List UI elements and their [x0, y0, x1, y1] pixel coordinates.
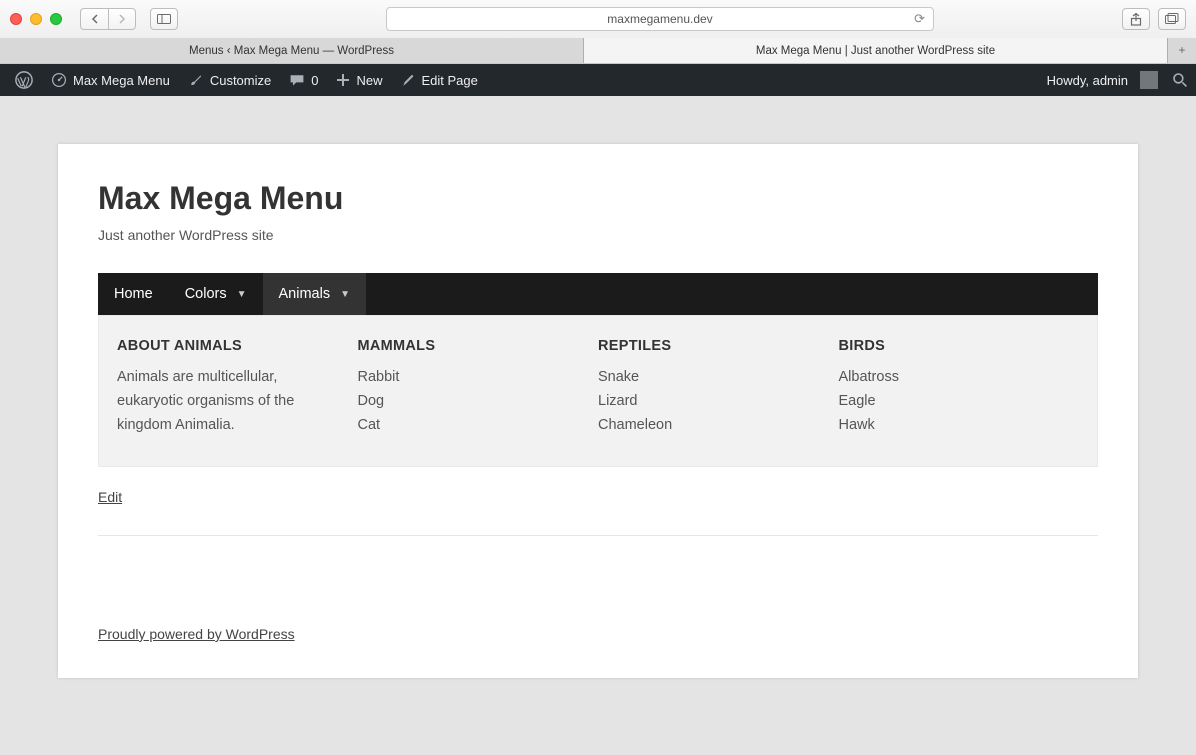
- comments-count: 0: [311, 73, 318, 88]
- site-name-link[interactable]: Max Mega Menu: [42, 64, 179, 96]
- address-bar[interactable]: maxmegamenu.dev ⟳: [386, 7, 934, 31]
- site-tagline: Just another WordPress site: [98, 227, 1098, 243]
- reload-icon[interactable]: ⟳: [914, 11, 925, 27]
- menu-item-animals[interactable]: Animals ▼: [263, 273, 366, 315]
- close-window-button[interactable]: [10, 13, 22, 25]
- mega-heading: ABOUT ANIMALS: [117, 338, 338, 354]
- new-text: New: [356, 73, 382, 88]
- comment-icon: [289, 72, 305, 88]
- wordpress-icon: [15, 71, 33, 89]
- mega-col-about: ABOUT ANIMALS Animals are multicellular,…: [117, 338, 358, 438]
- wp-logo[interactable]: [6, 64, 42, 96]
- mega-link[interactable]: Chameleon: [598, 414, 819, 438]
- howdy-text: Howdy, admin: [1047, 73, 1128, 88]
- mega-link[interactable]: Cat: [358, 414, 579, 438]
- url-text: maxmegamenu.dev: [607, 12, 712, 26]
- forward-button[interactable]: [108, 8, 136, 30]
- divider: [98, 535, 1098, 536]
- nav-buttons: [80, 8, 136, 30]
- menu-label: Colors: [185, 286, 227, 302]
- browser-tab[interactable]: Menus ‹ Max Mega Menu — WordPress: [0, 38, 584, 63]
- sidebar-toggle-button[interactable]: [150, 8, 178, 30]
- mega-menu-panel: ABOUT ANIMALS Animals are multicellular,…: [98, 315, 1098, 467]
- minimize-window-button[interactable]: [30, 13, 42, 25]
- mega-about-text: Animals are multicellular, eukaryotic or…: [117, 366, 338, 438]
- comments-link[interactable]: 0: [280, 64, 327, 96]
- browser-tab[interactable]: Max Mega Menu | Just another WordPress s…: [584, 38, 1168, 63]
- new-link[interactable]: New: [327, 64, 391, 96]
- mega-heading: MAMMALS: [358, 338, 579, 354]
- chevron-down-icon: ▼: [237, 289, 247, 300]
- mega-col-birds: BIRDS Albatross Eagle Hawk: [839, 338, 1080, 438]
- menu-label: Animals: [279, 286, 331, 302]
- mega-link[interactable]: Eagle: [839, 390, 1060, 414]
- tab-title: Max Mega Menu | Just another WordPress s…: [756, 45, 995, 57]
- browser-toolbar: maxmegamenu.dev ⟳: [0, 0, 1196, 38]
- mega-link[interactable]: Dog: [358, 390, 579, 414]
- mega-link[interactable]: Albatross: [839, 366, 1060, 390]
- site-name-text: Max Mega Menu: [73, 73, 170, 88]
- customize-text: Customize: [210, 73, 271, 88]
- mega-link[interactable]: Rabbit: [358, 366, 579, 390]
- plus-icon: [336, 73, 350, 87]
- mega-heading: BIRDS: [839, 338, 1060, 354]
- wp-admin-bar: Max Mega Menu Customize 0 New Edit Page: [0, 64, 1196, 96]
- page-viewport: Max Mega Menu Just another WordPress sit…: [0, 96, 1196, 678]
- new-tab-button[interactable]: +: [1168, 38, 1196, 63]
- mega-link[interactable]: Lizard: [598, 390, 819, 414]
- site-title[interactable]: Max Mega Menu: [98, 180, 1098, 217]
- edit-page-link[interactable]: Edit Page: [392, 64, 487, 96]
- page-card: Max Mega Menu Just another WordPress sit…: [58, 144, 1138, 678]
- toolbar-right: [1122, 8, 1186, 30]
- browser-tabs: Menus ‹ Max Mega Menu — WordPress Max Me…: [0, 38, 1196, 63]
- chevron-down-icon: ▼: [340, 289, 350, 300]
- edit-link[interactable]: Edit: [98, 489, 122, 505]
- mega-col-reptiles: REPTILES Snake Lizard Chameleon: [598, 338, 839, 438]
- pencil-icon: [401, 73, 416, 88]
- back-button[interactable]: [80, 8, 108, 30]
- menu-item-colors[interactable]: Colors ▼: [169, 273, 263, 315]
- mega-link[interactable]: Hawk: [839, 414, 1060, 438]
- window-controls: [10, 13, 62, 25]
- brush-icon: [188, 72, 204, 88]
- tab-title: Menus ‹ Max Mega Menu — WordPress: [189, 45, 394, 57]
- maximize-window-button[interactable]: [50, 13, 62, 25]
- mega-link[interactable]: Snake: [598, 366, 819, 390]
- avatar: [1140, 71, 1158, 89]
- menu-item-home[interactable]: Home: [98, 273, 169, 315]
- tabs-button[interactable]: [1158, 8, 1186, 30]
- browser-chrome: maxmegamenu.dev ⟳ Menus ‹ Max Mega Menu …: [0, 0, 1196, 64]
- share-button[interactable]: [1122, 8, 1150, 30]
- edit-page-text: Edit Page: [422, 73, 478, 88]
- footer-credit-link[interactable]: Proudly powered by WordPress: [98, 626, 295, 642]
- search-icon[interactable]: [1172, 72, 1188, 88]
- menu-label: Home: [114, 286, 153, 302]
- mega-heading: REPTILES: [598, 338, 819, 354]
- customize-link[interactable]: Customize: [179, 64, 280, 96]
- dashboard-icon: [51, 72, 67, 88]
- main-menu: Home Colors ▼ Animals ▼: [98, 273, 1098, 315]
- mega-col-mammals: MAMMALS Rabbit Dog Cat: [358, 338, 599, 438]
- account-link[interactable]: Howdy, admin: [1038, 64, 1160, 96]
